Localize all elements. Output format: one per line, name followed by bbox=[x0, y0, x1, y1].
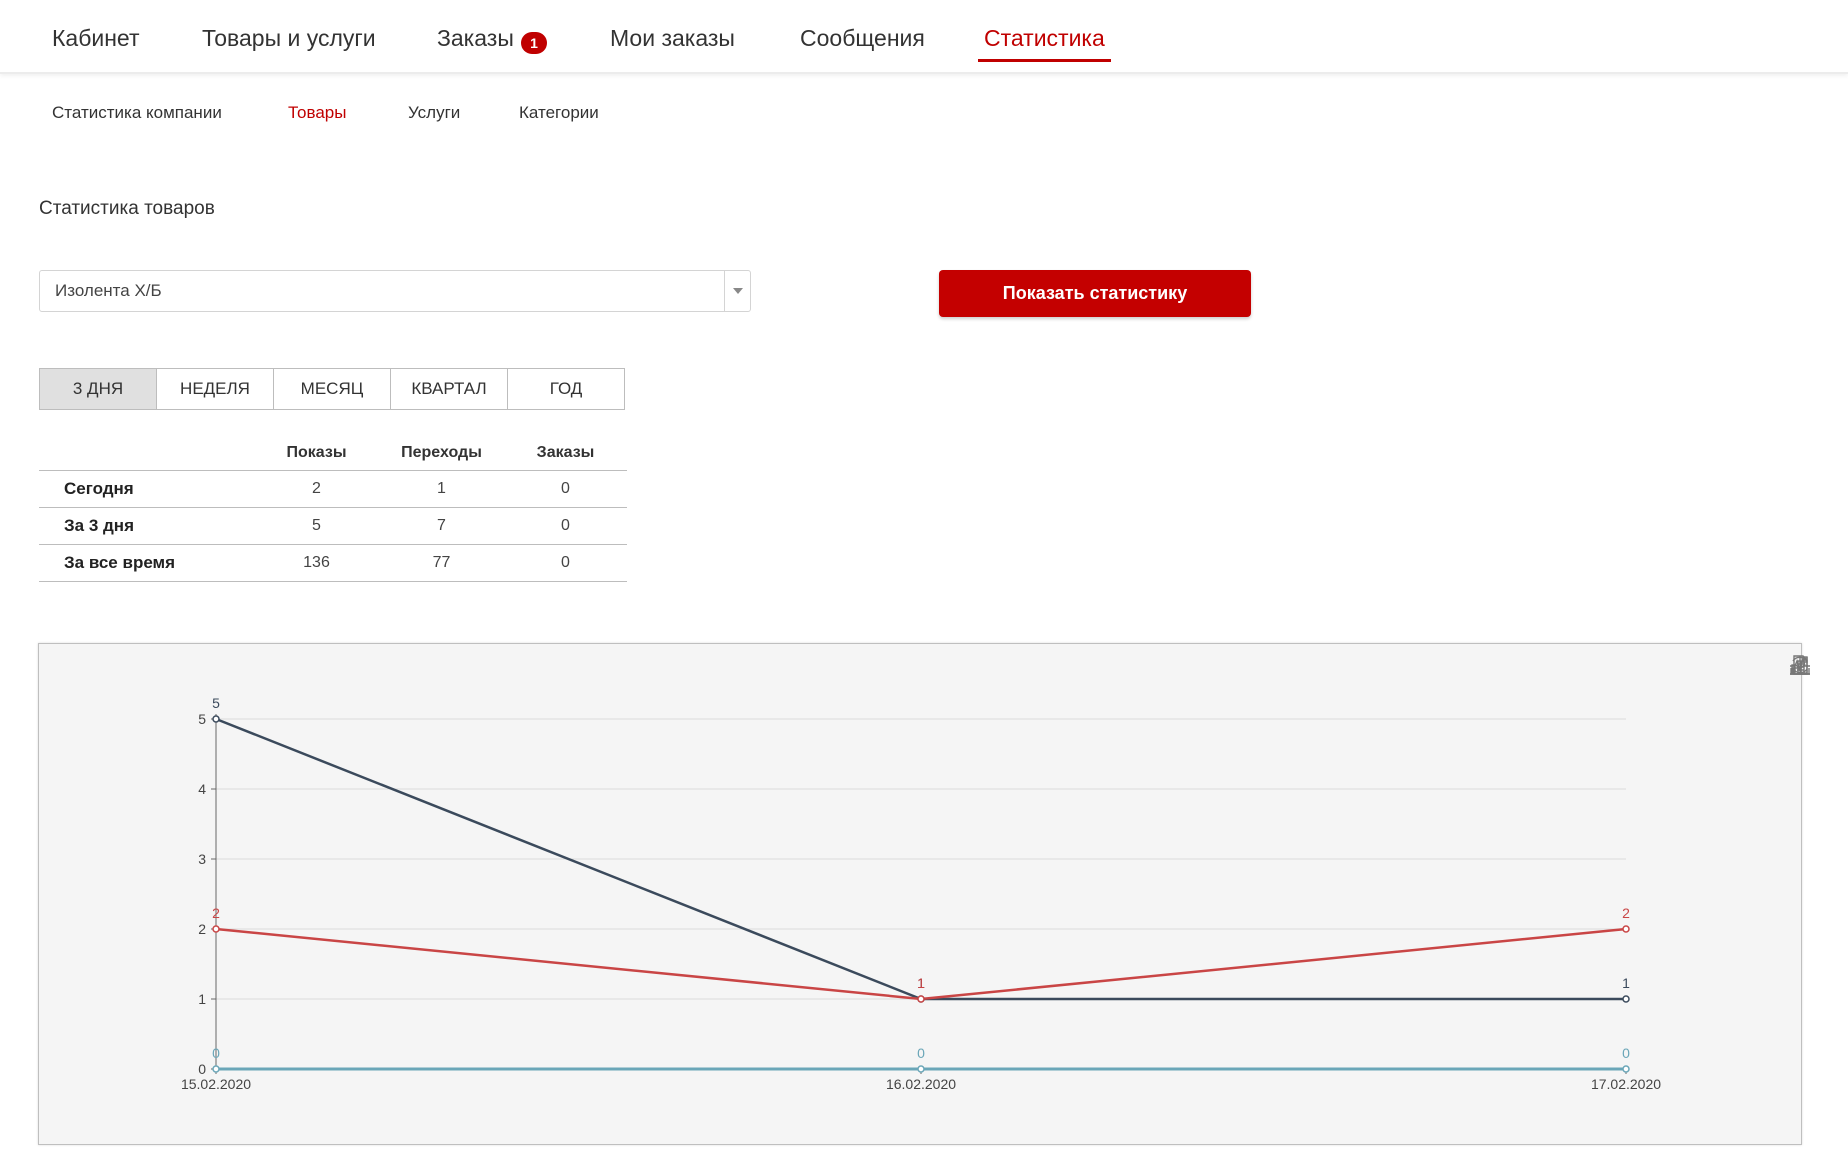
stats-table: Показы Переходы Заказы Сегодня 2 1 0 За … bbox=[39, 436, 627, 582]
y-tick-label: 0 bbox=[198, 1061, 206, 1077]
row-label: За все время bbox=[39, 544, 254, 582]
nav-messages[interactable]: Сообщения bbox=[800, 25, 925, 52]
orders-count-badge: 1 bbox=[521, 32, 547, 54]
x-tick-label: 16.02.2020 bbox=[886, 1076, 956, 1092]
period-tab-3-days[interactable]: 3 ДНЯ bbox=[39, 368, 157, 410]
cell-clicks: 77 bbox=[379, 544, 504, 582]
cell-orders: 0 bbox=[504, 470, 627, 508]
subnav-products[interactable]: Товары bbox=[288, 103, 346, 123]
subnav-categories[interactable]: Категории bbox=[519, 103, 599, 123]
nav-active-indicator bbox=[978, 59, 1111, 62]
chevron-down-icon bbox=[733, 288, 743, 294]
x-tick-label: 17.02.2020 bbox=[1591, 1076, 1661, 1092]
y-tick-label: 5 bbox=[198, 711, 206, 727]
nav-my-orders[interactable]: Мои заказы bbox=[610, 25, 735, 52]
data-label: 2 bbox=[1622, 905, 1630, 921]
cell-clicks: 7 bbox=[379, 507, 504, 545]
period-tabs: 3 ДНЯ НЕДЕЛЯ МЕСЯЦ КВАРТАЛ ГОД bbox=[39, 368, 625, 410]
nav-cabinet[interactable]: Кабинет bbox=[52, 25, 139, 52]
nav-products-services[interactable]: Товары и услуги bbox=[202, 25, 376, 52]
cell-views: 5 bbox=[254, 507, 379, 545]
data-label: 2 bbox=[212, 905, 220, 921]
subnav-services[interactable]: Услуги bbox=[408, 103, 460, 123]
period-tab-month[interactable]: МЕСЯЦ bbox=[273, 368, 391, 410]
period-tab-quarter[interactable]: КВАРТАЛ bbox=[390, 368, 508, 410]
product-select[interactable]: Изолента Х/Б bbox=[39, 270, 751, 312]
data-point bbox=[212, 715, 220, 723]
data-point bbox=[1622, 995, 1630, 1003]
y-tick-label: 3 bbox=[198, 851, 206, 867]
top-navigation: Кабинет Товары и услуги Заказы 1 Мои зак… bbox=[0, 0, 1848, 74]
period-tab-year[interactable]: ГОД bbox=[507, 368, 625, 410]
select-toggle[interactable] bbox=[724, 271, 750, 311]
row-label: За 3 дня bbox=[39, 507, 254, 545]
y-tick-label: 1 bbox=[198, 991, 206, 1007]
nav-orders[interactable]: Заказы bbox=[437, 25, 514, 52]
product-select-value: Изолента Х/Б bbox=[55, 281, 162, 300]
cell-views: 136 bbox=[254, 544, 379, 582]
cell-orders: 0 bbox=[504, 544, 627, 582]
data-label: 5 bbox=[212, 695, 220, 711]
nav-statistics[interactable]: Статистика bbox=[984, 25, 1105, 52]
data-label: 0 bbox=[212, 1045, 220, 1061]
data-label: 0 bbox=[917, 1045, 925, 1061]
y-tick-label: 2 bbox=[198, 921, 206, 937]
cell-orders: 0 bbox=[504, 507, 627, 545]
period-tab-week[interactable]: НЕДЕЛЯ bbox=[156, 368, 274, 410]
cell-clicks: 1 bbox=[379, 470, 504, 508]
table-header-orders: Заказы bbox=[504, 436, 627, 471]
statistics-chart: 0 1 2 3 4 5 15.02.2020 16.02.2020 17.02.2020 5 1 1 2… bbox=[38, 643, 1810, 1145]
data-point bbox=[1622, 1065, 1630, 1073]
data-point bbox=[212, 1065, 220, 1073]
data-point bbox=[917, 1065, 925, 1073]
table-header-views: Показы bbox=[254, 436, 379, 471]
cell-views: 2 bbox=[254, 470, 379, 508]
data-point bbox=[917, 995, 925, 1003]
table-header-clicks: Переходы bbox=[379, 436, 504, 471]
line-chart: 0 1 2 3 4 5 15.02.2020 16.02.2020 17.02.2020 5 1 1 2… bbox=[181, 695, 1661, 1092]
data-label: 1 bbox=[917, 975, 925, 991]
row-label: Сегодня bbox=[39, 470, 254, 508]
data-label: 1 bbox=[1622, 975, 1630, 991]
table-row: За все время 136 77 0 bbox=[39, 544, 627, 582]
table-row: За 3 дня 5 7 0 bbox=[39, 507, 627, 545]
x-tick-label: 15.02.2020 bbox=[181, 1076, 251, 1092]
subnav-company-stats[interactable]: Статистика компании bbox=[52, 103, 222, 123]
table-header-row: Показы Переходы Заказы bbox=[39, 436, 627, 471]
data-point bbox=[1622, 925, 1630, 933]
y-tick-label: 4 bbox=[198, 781, 206, 797]
show-statistics-button[interactable]: Показать статистику bbox=[939, 270, 1251, 317]
page-title: Статистика товаров bbox=[39, 198, 215, 219]
table-row: Сегодня 2 1 0 bbox=[39, 470, 627, 508]
data-label: 0 bbox=[1622, 1045, 1630, 1061]
table-header-empty bbox=[39, 436, 254, 471]
data-point bbox=[212, 925, 220, 933]
download-icon[interactable] bbox=[1787, 652, 1813, 678]
